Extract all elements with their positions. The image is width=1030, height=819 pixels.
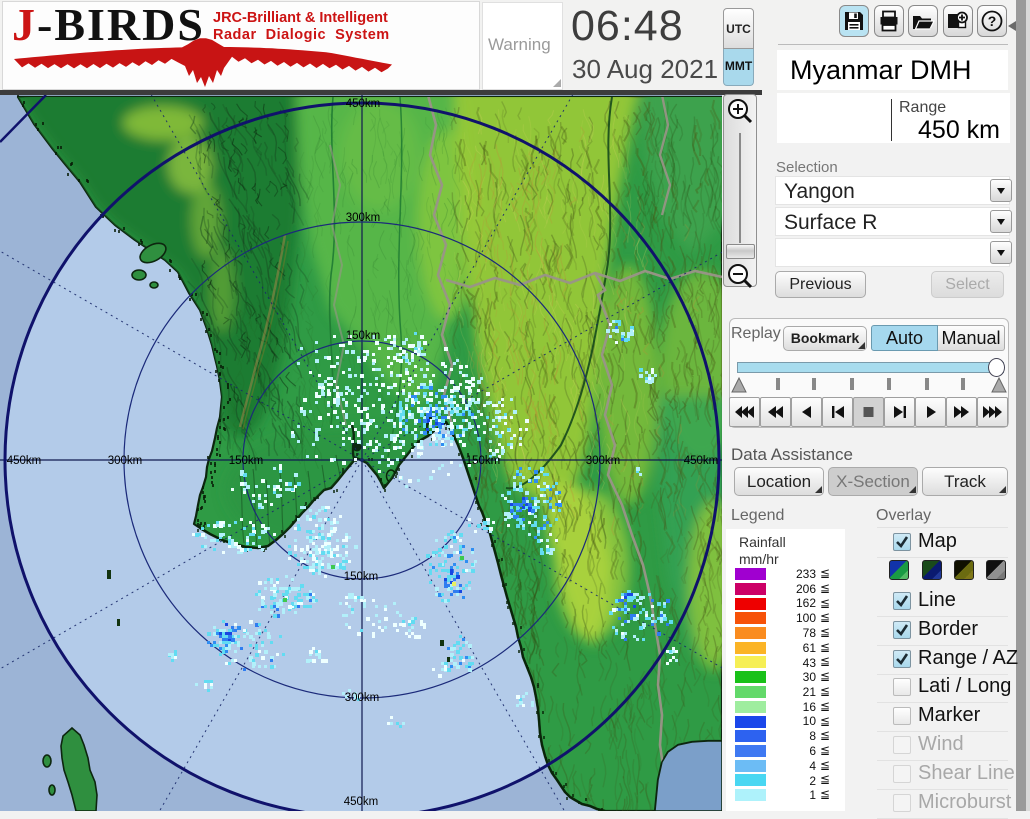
svg-text:450km: 450km <box>344 796 379 808</box>
svg-text:?: ? <box>988 13 997 29</box>
svg-text:300km: 300km <box>108 455 143 467</box>
svg-text:150km: 150km <box>229 455 264 467</box>
svg-text:450km: 450km <box>346 98 381 110</box>
svg-text:300km: 300km <box>346 212 381 224</box>
svg-text:300km: 300km <box>586 455 621 467</box>
svg-text:150km: 150km <box>346 330 381 342</box>
svg-text:450km: 450km <box>7 455 42 467</box>
svg-text:450km: 450km <box>684 455 719 467</box>
svg-text:150km: 150km <box>466 455 501 467</box>
svg-text:150km: 150km <box>344 571 379 583</box>
svg-text:300km: 300km <box>345 692 380 704</box>
